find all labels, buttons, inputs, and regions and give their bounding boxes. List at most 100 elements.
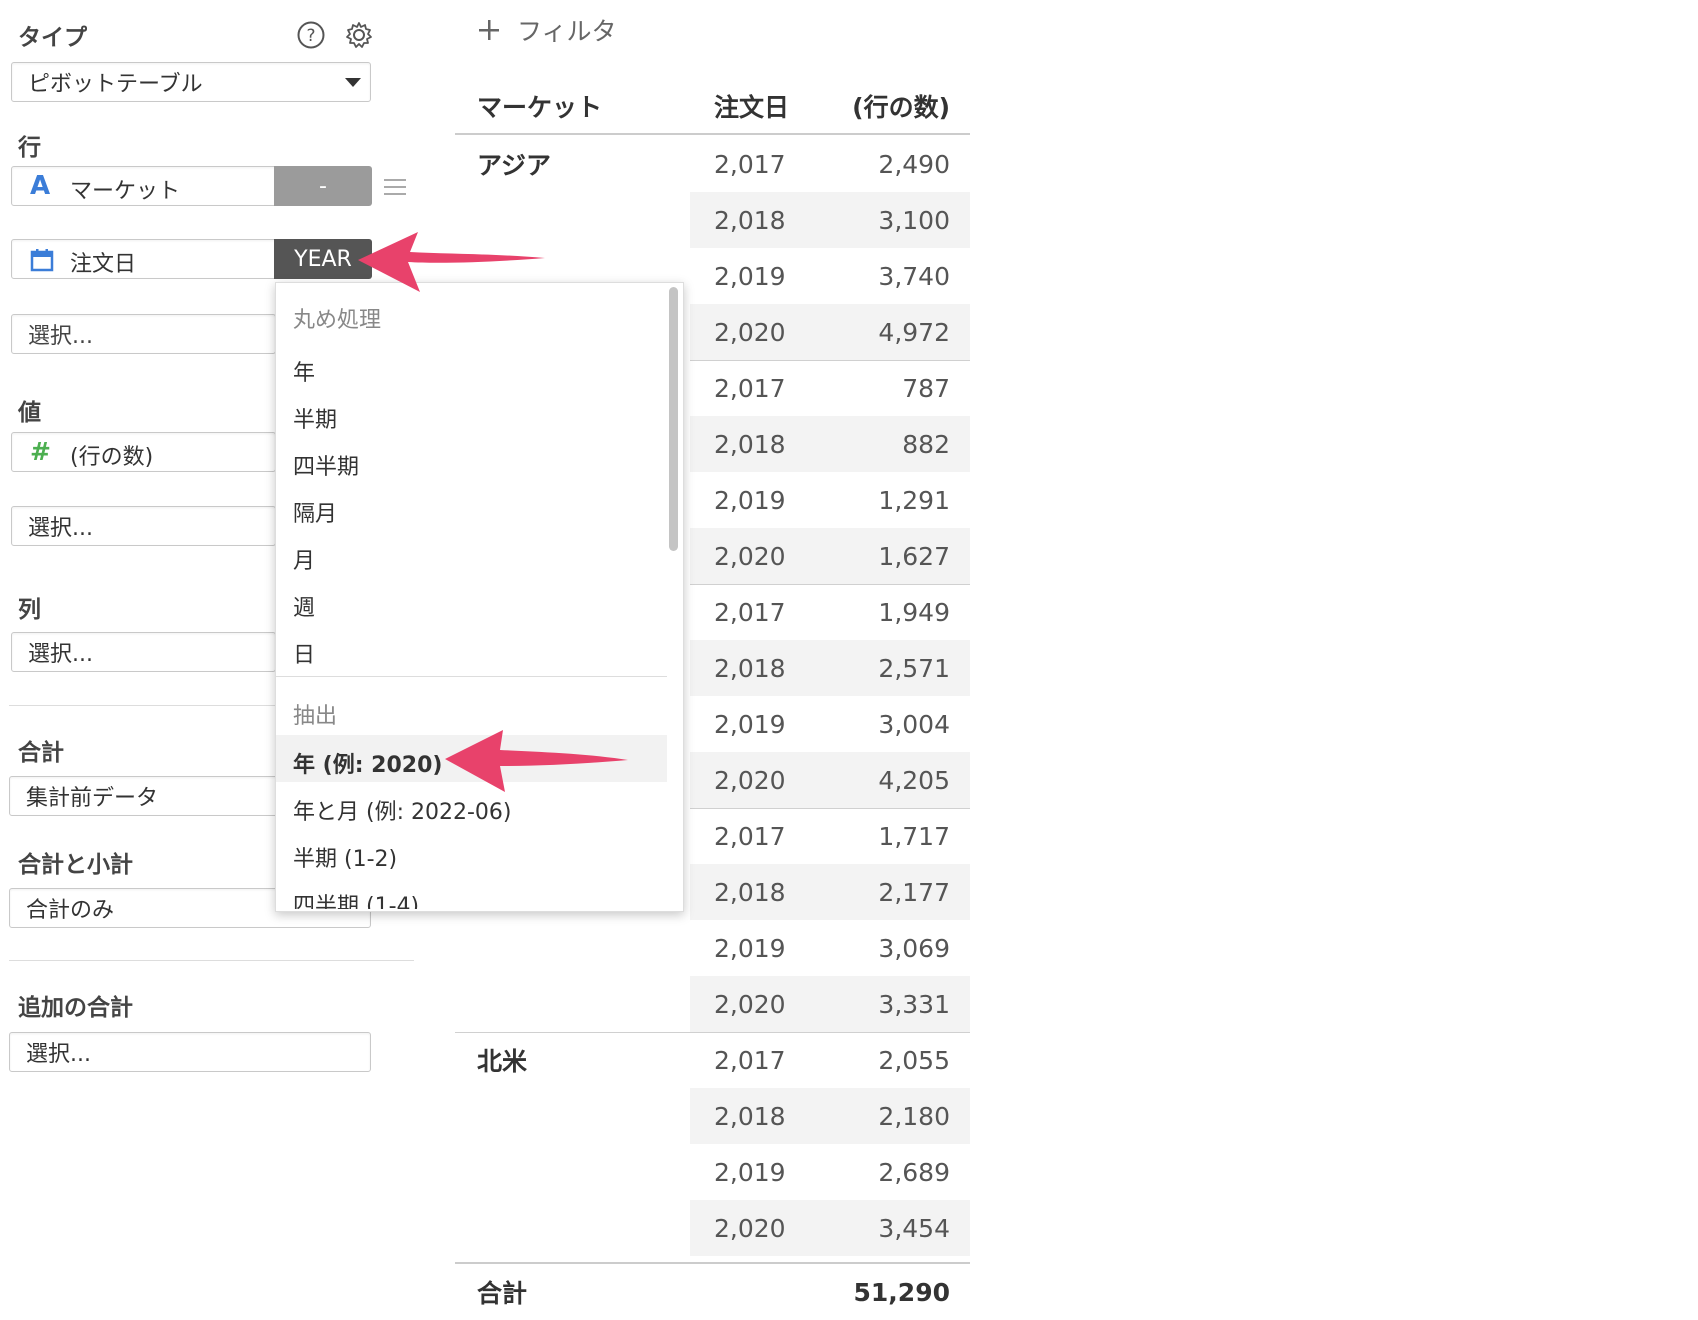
cell-count: 4,972 <box>815 304 970 360</box>
menu-item-week[interactable]: 週 <box>293 590 315 622</box>
subtotal-select-value: 合計のみ <box>26 898 115 923</box>
row-field-market-option[interactable]: - <box>274 166 372 206</box>
table-row: 2,019 2,689 <box>455 1144 970 1200</box>
row-field-date-option[interactable]: YEAR <box>274 239 372 279</box>
cell-count: 787 <box>902 373 950 403</box>
header-line <box>455 133 970 135</box>
menu-item-half[interactable]: 半期 <box>293 402 337 434</box>
cell-count: 3,740 <box>878 261 950 291</box>
menu-item-bimonth[interactable]: 隔月 <box>293 496 337 528</box>
extra-total-select[interactable]: 選択... <box>9 1032 371 1072</box>
menu-item-day[interactable]: 日 <box>293 637 315 669</box>
column-select[interactable]: 選択... <box>11 632 276 672</box>
cell-date: 2,017 <box>714 821 786 851</box>
menu-item-month[interactable]: 月 <box>293 543 315 575</box>
values-label: 値 <box>18 400 41 426</box>
total-select-value: 集計前データ <box>26 786 159 811</box>
extra-total-label: 追加の合計 <box>18 995 133 1021</box>
total-row-empty <box>690 1264 815 1320</box>
cell-date: 2,019 <box>714 933 786 963</box>
menu-item-year[interactable]: 年 <box>293 355 315 387</box>
cell-date: 2,020 <box>690 976 815 1032</box>
table-total-row: 合計 51,290 <box>455 1264 970 1320</box>
header-market: マーケット <box>477 92 603 122</box>
row-field-market-label: マーケット <box>70 179 181 204</box>
table-row: 北米 2,017 2,055 <box>455 1032 970 1088</box>
cell-date: 2,020 <box>690 528 815 584</box>
calendar-icon <box>30 249 54 272</box>
cell-market: 北米 <box>477 1047 528 1076</box>
divider <box>9 960 414 961</box>
cell-date: 2,018 <box>690 1088 815 1144</box>
cell-count: 2,571 <box>815 640 970 696</box>
cell-count: 4,205 <box>815 752 970 808</box>
type-select-value: ピボットテーブル <box>28 72 203 97</box>
cell-date: 2,017 <box>714 1045 786 1075</box>
subtotal-label: 合計と小計 <box>18 852 133 878</box>
row-field-date[interactable]: 注文日 <box>11 239 276 279</box>
cell-date: 2,019 <box>714 709 786 739</box>
value-field-label: (行の数) <box>70 445 154 470</box>
cell-count: 2,180 <box>815 1088 970 1144</box>
chevron-down-icon <box>345 78 361 87</box>
cell-date: 2,019 <box>714 485 786 515</box>
cell-count: 1,291 <box>878 485 950 515</box>
cell-count: 3,100 <box>815 192 970 248</box>
cell-count: 2,689 <box>878 1157 950 1187</box>
total-row-label: 合計 <box>477 1279 528 1308</box>
add-filter-button[interactable]: フィルタ <box>477 12 617 48</box>
cell-count: 2,177 <box>815 864 970 920</box>
header-count: (行の数) <box>852 92 950 122</box>
cell-date: 2,018 <box>690 192 815 248</box>
extra-total-placeholder: 選択... <box>26 1042 91 1067</box>
cell-count: 3,454 <box>815 1200 970 1256</box>
menu-item-extract-half[interactable]: 半期 (1-2) <box>293 841 397 873</box>
type-select[interactable]: ピボットテーブル <box>11 62 371 102</box>
round-header: 丸め処理 <box>293 308 382 333</box>
row-field-market[interactable]: A マーケット <box>11 166 276 206</box>
group-divider <box>690 360 970 361</box>
row-select-placeholder: 選択... <box>28 324 93 349</box>
cell-count: 1,717 <box>878 821 950 851</box>
svg-text:?: ? <box>306 26 315 46</box>
cell-market: アジア <box>477 151 552 180</box>
table-row: 2,018 3,100 <box>455 192 970 248</box>
row-select[interactable]: 選択... <box>11 314 276 354</box>
cell-count: 2,490 <box>878 149 950 179</box>
cell-count: 3,331 <box>815 976 970 1032</box>
help-icon[interactable]: ? <box>296 20 326 50</box>
value-select[interactable]: 選択... <box>11 506 276 546</box>
row-field-date-label: 注文日 <box>70 252 137 277</box>
cell-date: 2,020 <box>690 1200 815 1256</box>
table-row: 2,018 2,180 <box>455 1088 970 1144</box>
cell-count: 882 <box>815 416 970 472</box>
menu-item-extract-year[interactable]: 年 (例: 2020) <box>293 747 442 779</box>
menu-item-extract-year-month[interactable]: 年と月 (例: 2022-06) <box>293 794 512 826</box>
drag-handle-icon[interactable] <box>384 178 406 196</box>
total-select[interactable]: 集計前データ <box>9 776 279 816</box>
text-type-icon: A <box>30 171 51 201</box>
cell-count: 1,627 <box>815 528 970 584</box>
value-select-placeholder: 選択... <box>28 516 93 541</box>
cell-date: 2,020 <box>690 752 815 808</box>
cell-count: 3,004 <box>878 709 950 739</box>
menu-item-clip: 四半期 (1-4) <box>276 880 667 909</box>
cell-date: 2,018 <box>690 416 815 472</box>
menu-item-extract-quarter[interactable]: 四半期 (1-4) <box>293 888 419 909</box>
table-row: 2,020 3,331 <box>455 976 970 1032</box>
gear-icon[interactable] <box>344 20 374 50</box>
group-divider <box>455 1032 970 1033</box>
value-field-count[interactable]: # (行の数) <box>11 432 276 472</box>
scrollbar[interactable] <box>669 287 678 551</box>
extract-header: 抽出 <box>293 704 338 729</box>
cell-count: 1,949 <box>878 597 950 627</box>
cell-date: 2,019 <box>714 1157 786 1187</box>
cell-date: 2,017 <box>714 149 786 179</box>
number-type-icon: # <box>30 437 51 466</box>
cell-date: 2,019 <box>714 261 786 291</box>
header-date: 注文日 <box>714 92 790 122</box>
menu-item-quarter[interactable]: 四半期 <box>293 449 359 481</box>
columns-label: 列 <box>18 597 41 623</box>
cell-date: 2,020 <box>690 304 815 360</box>
cell-count: 2,055 <box>878 1045 950 1075</box>
